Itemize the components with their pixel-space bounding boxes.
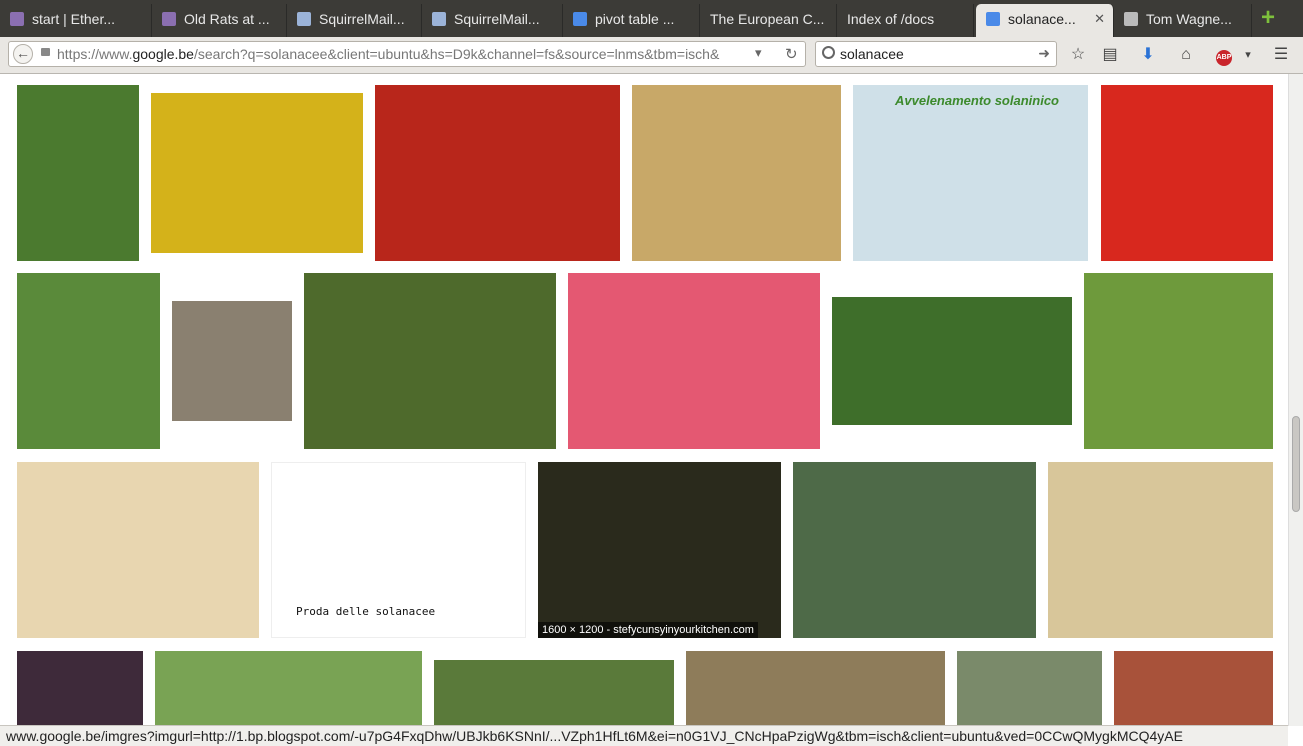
tab-1[interactable]: Old Rats at ...: [152, 4, 287, 37]
tab-0[interactable]: start | Ether...: [0, 4, 152, 37]
tab-favicon-icon: [162, 12, 176, 26]
image-plant-window[interactable]: [957, 651, 1102, 726]
tab-label: pivot table ...: [595, 11, 675, 27]
adblock-dropdown-icon[interactable]: ▾: [1237, 44, 1259, 66]
tab-label: SquirrelMail...: [319, 11, 405, 27]
search-icon: [822, 46, 835, 59]
image-cherry-tomatoes[interactable]: [375, 85, 620, 261]
tab-7[interactable]: solanace... ✕: [976, 4, 1114, 37]
image-solanacee-diagram[interactable]: Proda delle solanacee: [271, 462, 526, 638]
url-prefix: https://www.: [57, 46, 133, 62]
solanine-poster-title: Avvelenamento solaninico: [895, 93, 1059, 108]
tab-favicon-icon: [10, 12, 24, 26]
image-poppy-field[interactable]: [1084, 273, 1273, 449]
dropdown-icon[interactable]: ▾: [755, 45, 762, 61]
tab-label: Tom Wagne...: [1146, 11, 1232, 27]
image-eggplant[interactable]: [17, 651, 143, 726]
image-yellow-tansy[interactable]: [151, 93, 363, 253]
back-icon[interactable]: ←: [13, 44, 33, 64]
image-plant-pot[interactable]: [17, 85, 139, 261]
tab-bar: start | Ether... Old Rats at ... Squirre…: [0, 0, 1303, 37]
download-icon[interactable]: ⬇: [1137, 44, 1159, 66]
image-white-flowers[interactable]: [832, 297, 1072, 425]
diagram-caption: Proda delle solanacee: [296, 605, 436, 618]
tab-3[interactable]: SquirrelMail...: [422, 4, 563, 37]
search-input[interactable]: solanacee: [840, 46, 904, 62]
reading-list-icon[interactable]: ▤: [1099, 44, 1121, 66]
image-brugmansia[interactable]: [17, 273, 160, 449]
image-striped-plant[interactable]: [155, 651, 422, 726]
menu-icon[interactable]: ☰: [1270, 44, 1292, 66]
tab-6[interactable]: Index of /docs: [837, 4, 974, 37]
new-tab-icon[interactable]: +: [1258, 6, 1278, 30]
tab-label: Index of /docs: [847, 11, 935, 27]
image-leaves[interactable]: [434, 660, 674, 726]
tab-label: SquirrelMail...: [454, 11, 540, 27]
tab-label: Old Rats at ...: [184, 11, 270, 27]
tab-favicon-icon: [1124, 12, 1138, 26]
image-results-grid: Avvelenamento solaninico Proda delle sol…: [0, 74, 1288, 726]
tab-5[interactable]: The European C...: [700, 4, 837, 37]
image-physalis[interactable]: [1114, 651, 1273, 726]
tab-label: The European C...: [710, 11, 825, 27]
vertical-scrollbar[interactable]: [1288, 74, 1303, 726]
image-vintage-woman[interactable]: [172, 301, 292, 421]
image-pink-petunias[interactable]: [568, 273, 820, 449]
tab-4[interactable]: pivot table ...: [563, 4, 700, 37]
status-bar-url: www.google.be/imgres?imgurl=http://1.bp.…: [0, 725, 1288, 746]
url-host: google.be: [132, 46, 194, 62]
url-path: /search?q=solanacee&client=ubuntu&hs=D9k…: [193, 46, 720, 62]
url-bar[interactable]: ← https://www.google.be/search?q=solanac…: [8, 41, 806, 67]
tab-favicon-icon: [297, 12, 311, 26]
image-book-cover[interactable]: [1048, 462, 1273, 638]
tab-8[interactable]: Tom Wagne...: [1114, 4, 1252, 37]
image-potatoes[interactable]: [632, 85, 841, 261]
adblock-icon[interactable]: ABP: [1213, 44, 1235, 66]
image-henbane-flower[interactable]: [793, 462, 1036, 638]
tab-2[interactable]: SquirrelMail...: [287, 4, 422, 37]
image-hover-caption: 1600 × 1200 - stefycunsyinyourkitchen.co…: [538, 622, 758, 638]
image-orange-berries[interactable]: [304, 273, 556, 449]
image-garden-structure[interactable]: [686, 651, 945, 726]
search-go-icon[interactable]: ➜: [1038, 45, 1050, 62]
image-mandrake-drawing[interactable]: [17, 462, 259, 638]
scrollbar-thumb[interactable]: [1292, 416, 1300, 512]
image-solanine-poster[interactable]: Avvelenamento solaninico: [853, 85, 1088, 261]
bookmark-star-icon[interactable]: ☆: [1067, 44, 1089, 66]
search-box[interactable]: solanacee ➜: [815, 41, 1057, 67]
url-text[interactable]: https://www.google.be/search?q=solanacee…: [57, 46, 747, 62]
tab-label: start | Ether...: [32, 11, 116, 27]
home-icon[interactable]: ⌂: [1175, 44, 1197, 66]
tab-favicon-icon: [986, 12, 1000, 26]
tab-favicon-icon: [432, 12, 446, 26]
tab-favicon-icon: [573, 12, 587, 26]
image-green-dip[interactable]: 1600 × 1200 - stefycunsyinyourkitchen.co…: [538, 462, 781, 638]
image-red-tomatoes[interactable]: [1101, 85, 1273, 261]
reload-icon[interactable]: ↻: [785, 45, 798, 63]
close-tab-icon[interactable]: ✕: [1094, 4, 1105, 34]
lock-icon: [41, 48, 50, 56]
tab-label: solanace...: [1008, 11, 1076, 27]
